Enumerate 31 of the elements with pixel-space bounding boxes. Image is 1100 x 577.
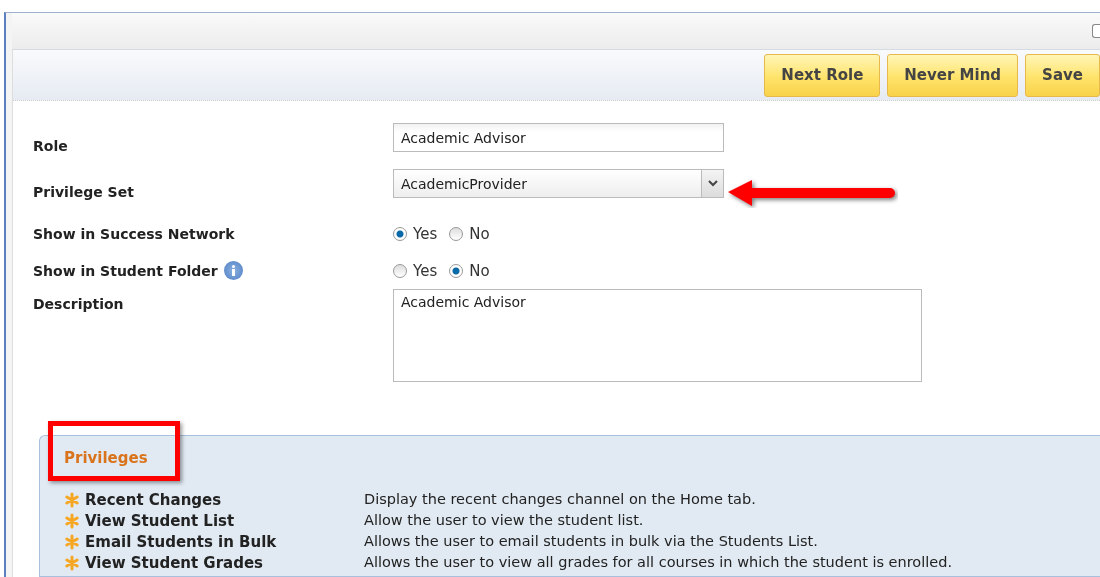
- info-icon[interactable]: [223, 261, 243, 280]
- asterisk-icon: [64, 491, 80, 508]
- close-icon[interactable]: [1092, 24, 1100, 38]
- privilege-set-dropdown[interactable]: AcademicProvider: [393, 169, 724, 198]
- toolbar-button[interactable]: Next Role: [764, 53, 881, 97]
- chevron-down-icon: [707, 180, 718, 187]
- toolbar-button[interactable]: Never Mind: [887, 53, 1019, 97]
- privilege-name: View Student Grades: [64, 552, 364, 573]
- asterisk-icon: [64, 533, 80, 550]
- radio-option[interactable]: Yes: [393, 261, 438, 280]
- radio-option[interactable]: No: [449, 261, 490, 280]
- privilege-description: Allow the user to view the student list.: [364, 511, 645, 530]
- privilege-description: Allows the user to view all grades for all courses in which the student is enrolled.: [364, 553, 954, 572]
- field-label: Role: [33, 138, 68, 154]
- role-field[interactable]: Academic Advisor: [393, 123, 724, 152]
- radio-option[interactable]: No: [449, 224, 490, 243]
- field-label: Show in Student Folder: [33, 261, 243, 280]
- privilege-name: View Student List: [64, 510, 364, 531]
- section-title: Privileges: [64, 449, 148, 467]
- privilege-name: Email Students in Bulk: [64, 531, 364, 552]
- asterisk-icon: [64, 512, 80, 529]
- privilege-name: Recent Changes: [64, 489, 364, 510]
- radio-option[interactable]: Yes: [393, 224, 438, 243]
- field-label: Description: [33, 294, 124, 314]
- description-field[interactable]: Academic Advisor: [393, 289, 922, 382]
- field-label: Show in Success Network: [33, 225, 235, 242]
- privilege-description: Display the recent changes channel on the Home tab.: [364, 490, 757, 509]
- field-label: Privilege Set: [33, 184, 134, 200]
- asterisk-icon: [64, 554, 80, 571]
- privilege-description: Allows the user to email students in bulk via the Students List.: [364, 532, 819, 551]
- toolbar-button[interactable]: Save: [1025, 53, 1100, 97]
